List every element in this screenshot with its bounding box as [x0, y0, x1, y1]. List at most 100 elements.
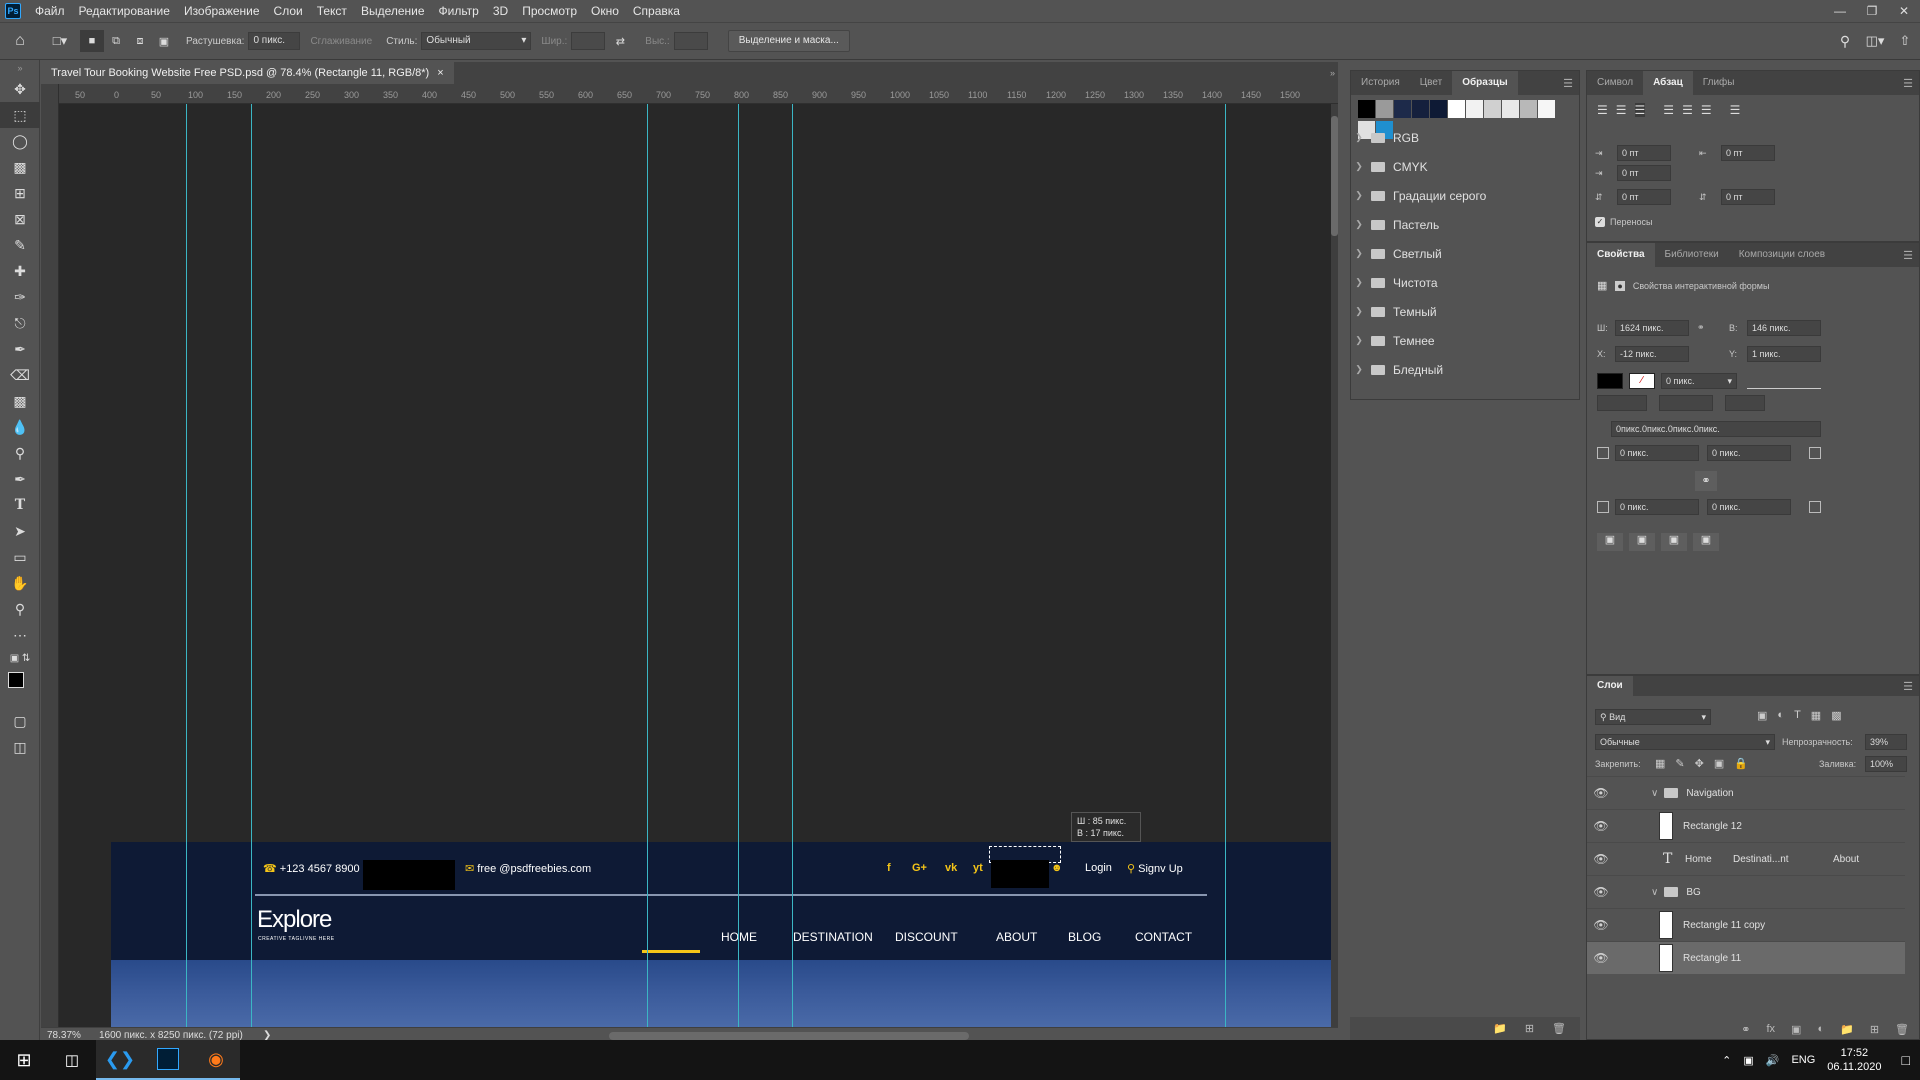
opacity-input[interactable]: 39% [1865, 734, 1907, 750]
canvas[interactable]: ☎ +123 4567 8900 ✉ free @psdfreebies.com… [59, 104, 1338, 1027]
panel-menu-icon[interactable]: ☰ [1903, 77, 1919, 90]
corner-bl-field[interactable]: 0 пикс. [1615, 499, 1699, 515]
tab-layer-comps[interactable]: Композиции слоев [1729, 243, 1835, 267]
filter-shape-icon[interactable]: ▦ [1811, 709, 1821, 722]
network-icon[interactable]: ▣ [1743, 1054, 1753, 1067]
exclude-shapes-icon[interactable]: ▣ [1693, 533, 1719, 551]
menu-text[interactable]: Текст [310, 0, 354, 22]
checkbox-checked-icon[interactable]: ✓ [1595, 217, 1605, 227]
space-before-input[interactable]: 0 пт [1617, 189, 1671, 205]
move-tool-icon[interactable]: ✥ [0, 76, 40, 102]
panel-menu-icon[interactable]: ☰ [1903, 249, 1919, 262]
chevron-down-icon[interactable]: ∨ [1651, 887, 1658, 898]
swatch[interactable] [1430, 100, 1448, 118]
swatch[interactable] [1376, 100, 1394, 118]
panel-menu-icon[interactable]: ☰ [1563, 77, 1579, 90]
subtract-shapes-icon[interactable]: ▣ [1629, 533, 1655, 551]
filter-pixel-icon[interactable]: ▣ [1757, 709, 1767, 722]
foreground-color[interactable] [8, 672, 24, 688]
justify-all-icon[interactable]: ☰ [1730, 103, 1741, 117]
close-icon[interactable]: ✕ [1888, 0, 1920, 22]
volume-icon[interactable]: 🔊 [1766, 1054, 1780, 1067]
swatch-group-light[interactable]: ❯ Светлый [1351, 239, 1579, 268]
task-view-icon[interactable]: ◫ [48, 1040, 96, 1080]
link-corners-icon[interactable]: ⚭ [1695, 471, 1717, 491]
restore-icon[interactable]: ❐ [1856, 0, 1888, 22]
screen-mode-icon[interactable]: ◫ [0, 734, 40, 760]
tab-history[interactable]: История [1351, 71, 1410, 95]
blur-tool-icon[interactable]: 💧 [0, 414, 40, 440]
eye-icon[interactable]: 👁 [1587, 819, 1615, 833]
clock[interactable]: 17:52 06.11.2020 [1827, 1046, 1881, 1074]
scrollbar-thumb[interactable] [1331, 116, 1338, 236]
dodge-tool-icon[interactable]: ⚲ [0, 440, 40, 466]
indent-left-input[interactable]: 0 пт [1617, 145, 1671, 161]
guide-line[interactable] [647, 104, 648, 1027]
firefox-icon[interactable]: ◉ [192, 1040, 240, 1080]
swatch[interactable] [1412, 100, 1430, 118]
close-tab-icon[interactable]: × [437, 62, 443, 84]
swatch[interactable] [1394, 100, 1412, 118]
lock-transparency-icon[interactable]: ▦ [1655, 757, 1665, 770]
horizontal-scrollbar[interactable] [609, 1032, 969, 1040]
collapse-icon[interactable]: » [0, 60, 40, 76]
panel-expand-icon[interactable]: » [1330, 62, 1338, 84]
menu-select[interactable]: Выделение [354, 0, 432, 22]
tab-layers[interactable]: Слои [1587, 676, 1633, 696]
select-mask-button[interactable]: Выделение и маска... [727, 30, 850, 52]
marquee-tool-icon[interactable]: ⬚ [0, 102, 40, 128]
crop-tool-icon[interactable]: ⊞ [0, 180, 40, 206]
style-select[interactable]: Обычный ▾ [421, 32, 532, 50]
x-field[interactable]: -12 пикс. [1615, 346, 1689, 362]
zoom-tool-icon[interactable]: ⚲ [0, 596, 40, 622]
swatch-group-pale[interactable]: ❯ Бледный [1351, 355, 1579, 384]
tray-chevron-icon[interactable]: ⌃ [1722, 1054, 1731, 1067]
width-field[interactable]: 1624 пикс. [1615, 320, 1689, 336]
tab-libraries[interactable]: Библиотеки [1655, 243, 1729, 267]
guide-line[interactable] [792, 104, 793, 1027]
swatch[interactable] [1502, 100, 1520, 118]
add-selection-icon[interactable]: ⧉ [104, 35, 128, 48]
swatch[interactable] [1520, 100, 1538, 118]
object-select-tool-icon[interactable]: ▩ [0, 154, 40, 180]
eye-icon[interactable]: 👁 [1587, 885, 1615, 899]
corners-field[interactable]: 0пикс.0пикс.0пикс.0пикс. [1611, 421, 1821, 437]
pen-tool-icon[interactable]: ✒ [0, 466, 40, 492]
menu-edit[interactable]: Редактирование [72, 0, 177, 22]
eye-icon[interactable]: 👁 [1587, 918, 1615, 932]
stroke-cap-select[interactable] [1659, 395, 1713, 411]
new-group-icon[interactable]: 📁 [1493, 1022, 1507, 1035]
home-icon[interactable]: ⌂ [0, 32, 40, 50]
width-input[interactable] [571, 32, 606, 50]
fill-color-swatch[interactable] [1597, 373, 1623, 389]
stamp-tool-icon[interactable]: ⎋ [0, 310, 40, 336]
space-after-input[interactable]: 0 пт [1721, 189, 1775, 205]
path-select-tool-icon[interactable]: ➤ [0, 518, 40, 544]
trash-icon[interactable]: 🗑 [1552, 1022, 1566, 1035]
more-tools-icon[interactable]: ⋯ [0, 622, 40, 648]
corner-br-field[interactable]: 0 пикс. [1707, 499, 1791, 515]
menu-3d[interactable]: 3D [486, 0, 515, 22]
align-left-icon[interactable]: ☰ [1597, 103, 1608, 117]
swatch[interactable] [1466, 100, 1484, 118]
lasso-tool-icon[interactable]: ◯ [0, 128, 40, 154]
y-field[interactable]: 1 пикс. [1747, 346, 1821, 362]
new-selection-icon[interactable]: ■ [80, 30, 104, 52]
quick-mask-icon[interactable]: ▢ [0, 708, 40, 734]
swatch-group-cmyk[interactable]: ❯ CMYK [1351, 152, 1579, 181]
swatch-group-pure[interactable]: ❯ Чистота [1351, 268, 1579, 297]
align-right-icon[interactable]: ☰ [1634, 103, 1646, 117]
rectangle-tool-icon[interactable]: ▭ [0, 544, 40, 570]
stroke-align-select[interactable] [1597, 395, 1647, 411]
filter-adjustment-icon[interactable]: ◐ [1777, 709, 1784, 722]
healing-tool-icon[interactable]: ✚ [0, 258, 40, 284]
layer-row-navigation[interactable]: 👁 ∨ Navigation [1587, 776, 1905, 809]
indent-first-input[interactable]: 0 пт [1617, 165, 1671, 181]
menu-file[interactable]: Файл [28, 0, 72, 22]
intersect-shapes-icon[interactable]: ▣ [1661, 533, 1687, 551]
vertical-scrollbar[interactable] [1331, 104, 1338, 1027]
layer-row-rectangle-11[interactable]: 👁 Rectangle 11 [1587, 941, 1905, 974]
corner-tl-field[interactable]: 0 пикс. [1615, 445, 1699, 461]
lock-all-icon[interactable]: 🔒 [1734, 757, 1748, 770]
menu-filter[interactable]: Фильтр [432, 0, 486, 22]
